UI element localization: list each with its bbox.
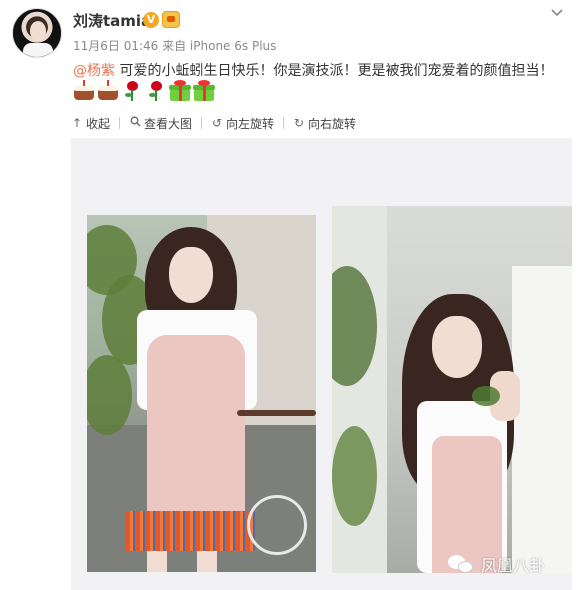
- bicycle-wheel: [247, 495, 307, 555]
- avatar[interactable]: [12, 8, 62, 58]
- arrow-up-icon: ↑: [71, 116, 83, 130]
- wall: [512, 266, 572, 573]
- gift-icon: [169, 80, 191, 102]
- photo-right[interactable]: [332, 206, 572, 573]
- plant: [87, 355, 132, 435]
- photo-left[interactable]: [87, 215, 316, 572]
- face: [432, 316, 482, 378]
- gift-icon: [193, 80, 215, 102]
- rotate-right-label: 向右旋转: [308, 116, 357, 131]
- toolbar-divider: [283, 117, 285, 129]
- avatar-shirt: [23, 43, 53, 57]
- verified-badge-icon: V: [143, 12, 159, 28]
- rose-icon: [121, 80, 143, 102]
- avatar-face: [30, 21, 46, 41]
- image-toolbar: ↑ 收起 查看大图 ↺ 向左旋转 ↻ 向右旋转: [71, 112, 356, 134]
- view-large-button[interactable]: 查看大图: [129, 115, 192, 132]
- toolbar-divider: [201, 117, 203, 129]
- collapse-button[interactable]: ↑ 收起: [71, 115, 110, 132]
- member-level-icon[interactable]: [162, 11, 180, 28]
- rotate-right-icon: ↻: [294, 116, 305, 130]
- chevron-down-icon[interactable]: [549, 6, 565, 20]
- leaf: [472, 386, 500, 406]
- face: [169, 247, 213, 303]
- rotate-left-icon: ↺: [212, 116, 223, 130]
- rotate-left-label: 向左旋转: [226, 116, 275, 131]
- view-large-label: 查看大图: [144, 116, 193, 131]
- cake-icon: [73, 80, 95, 102]
- username[interactable]: 刘涛tamia: [73, 10, 151, 31]
- bicycle-handle: [237, 410, 316, 416]
- search-icon: [129, 116, 141, 130]
- leg: [197, 551, 217, 572]
- cake-icon: [97, 80, 119, 102]
- mention-link[interactable]: @杨紫: [73, 63, 115, 79]
- plant: [332, 426, 377, 526]
- post-meta: 11月6日 01:46 来自 iPhone 6s Plus: [73, 39, 277, 53]
- watermark-text: 凤凰八卦: [481, 556, 546, 575]
- dress: [147, 335, 245, 520]
- watermark: 凤凰八卦: [448, 552, 545, 576]
- leg: [147, 551, 167, 572]
- skirt: [125, 511, 255, 551]
- post-body: 可爱的小蚯蚓生日快乐！你是演技派！更是被我们宠爱着的颜值担当！: [115, 63, 554, 79]
- rotate-right-button[interactable]: ↻ 向右旋转: [293, 115, 356, 132]
- wechat-icon: [448, 553, 476, 575]
- collapse-label: 收起: [86, 116, 111, 131]
- toolbar-divider: [119, 117, 121, 129]
- rotate-left-button[interactable]: ↺ 向左旋转: [211, 115, 274, 132]
- emoji-row: [73, 80, 215, 102]
- post-text: @杨紫 可爱的小蚯蚓生日快乐！你是演技派！更是被我们宠爱着的颜值担当！: [73, 60, 553, 80]
- rose-icon: [145, 80, 167, 102]
